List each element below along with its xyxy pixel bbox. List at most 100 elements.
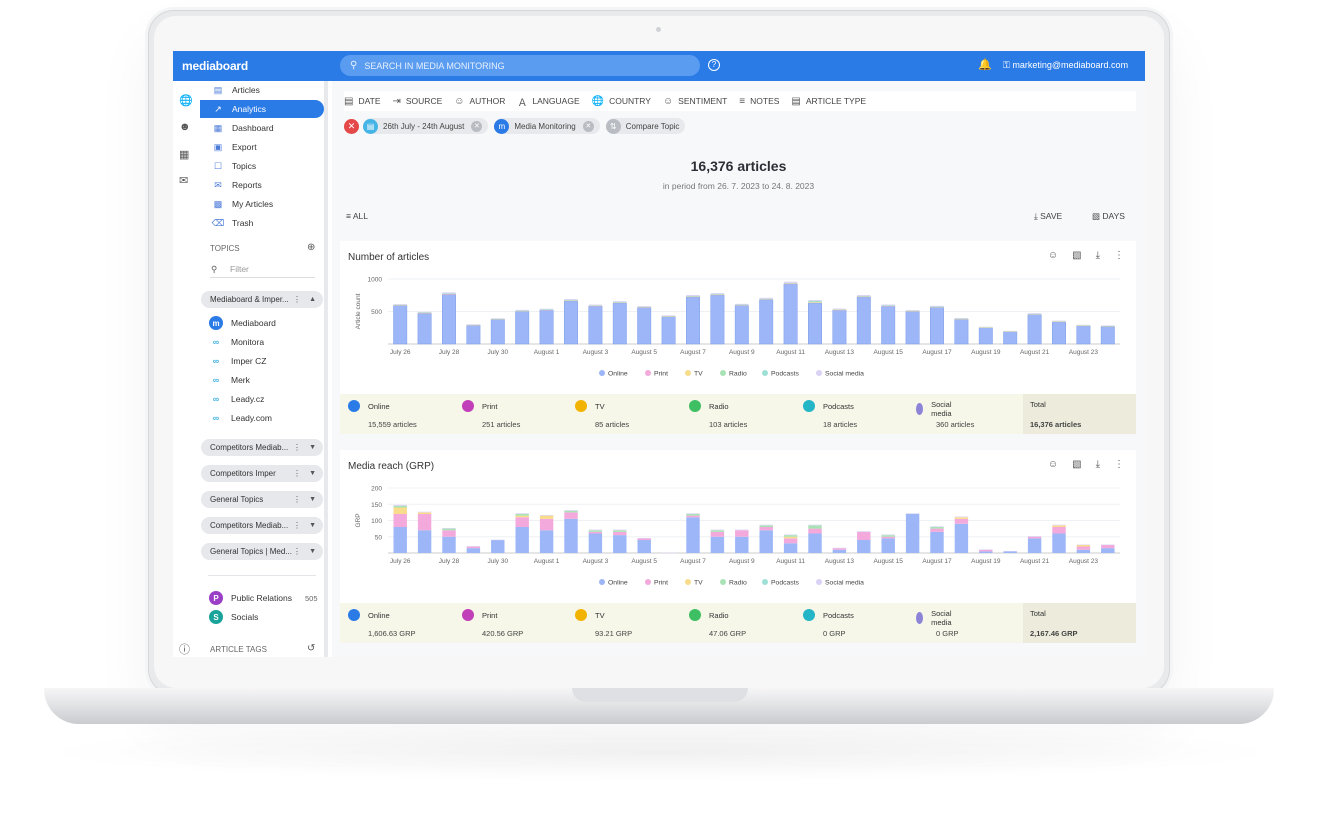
legend-label[interactable]: TV bbox=[694, 371, 703, 378]
topic-item[interactable]: ∞ Merk bbox=[209, 373, 250, 387]
bar-segment-social-media[interactable] bbox=[539, 308, 554, 310]
bar-segment-social-media[interactable] bbox=[1003, 551, 1017, 552]
bar-segment-online[interactable] bbox=[783, 543, 798, 553]
bar-segment-radio[interactable] bbox=[1052, 321, 1066, 322]
bar-segment-social-media[interactable] bbox=[1076, 544, 1091, 546]
bar-segment-print[interactable] bbox=[393, 514, 407, 527]
add-topic-icon[interactable]: ⊕ bbox=[307, 242, 315, 253]
bar-segment-radio[interactable] bbox=[613, 530, 627, 532]
bar-segment-social-media[interactable] bbox=[613, 301, 627, 303]
bar-segment-tv[interactable] bbox=[417, 512, 432, 514]
bar-segment-online[interactable] bbox=[1052, 533, 1066, 554]
bar-segment-social-media[interactable] bbox=[783, 534, 798, 536]
more-icon[interactable]: ⋮ bbox=[293, 443, 301, 452]
bar-segment-print[interactable] bbox=[832, 548, 847, 550]
bar-segment-social-media[interactable] bbox=[515, 513, 529, 514]
bar-segment-social-media[interactable] bbox=[881, 534, 895, 536]
bar-segment-social-media[interactable] bbox=[417, 511, 432, 513]
bar-segment-online[interactable] bbox=[783, 283, 798, 345]
bar-segment-social-media[interactable] bbox=[686, 513, 700, 514]
bar-segment-podcasts[interactable] bbox=[515, 310, 529, 312]
bar-segment-social-media[interactable] bbox=[1101, 325, 1115, 326]
remove-chip-icon[interactable]: ✕ bbox=[582, 120, 594, 132]
bar-segment-online[interactable] bbox=[1003, 551, 1017, 553]
user-account[interactable]: ⚿ marketing@mediaboard.com bbox=[1003, 60, 1128, 71]
bar-segment-print[interactable] bbox=[857, 531, 871, 540]
topic-filter-input[interactable]: ⚲ Filter bbox=[210, 262, 315, 278]
bar-segment-social-media[interactable] bbox=[564, 299, 578, 301]
bar-segment-social-media[interactable] bbox=[710, 529, 725, 531]
bar-segment-online[interactable] bbox=[1101, 548, 1115, 553]
bar-segment-social-media[interactable] bbox=[783, 281, 798, 283]
bar-segment-social-media[interactable] bbox=[417, 311, 432, 313]
bar-segment-print[interactable] bbox=[442, 530, 456, 537]
bar-segment-online[interactable] bbox=[905, 311, 920, 345]
bar-segment-tv[interactable] bbox=[1052, 525, 1066, 527]
bar-segment-social-media[interactable] bbox=[393, 304, 407, 305]
bar-segment-online[interactable] bbox=[637, 307, 652, 345]
chip-compare[interactable]: ⇅ Compare Topic bbox=[605, 118, 686, 134]
bar-segment-social-media[interactable] bbox=[808, 524, 822, 526]
bar-segment-social-media[interactable] bbox=[832, 547, 847, 549]
bar-segment-radio[interactable] bbox=[588, 305, 603, 306]
bar-segment-radio[interactable] bbox=[881, 535, 895, 537]
chevron-down-icon[interactable]: ▼ bbox=[309, 444, 316, 451]
bar-segment-online[interactable] bbox=[466, 548, 481, 553]
bar-segment-social-media[interactable] bbox=[564, 510, 578, 511]
bar-segment-social-media[interactable] bbox=[1027, 536, 1042, 537]
filter-country[interactable]: 🌐 COUNTRY bbox=[592, 96, 651, 107]
legend-label[interactable]: Social media bbox=[825, 371, 864, 378]
bar-segment-podcasts[interactable] bbox=[759, 298, 773, 300]
bar-segment-social-media[interactable] bbox=[954, 318, 969, 319]
bar-segment-podcasts[interactable] bbox=[881, 305, 895, 306]
bar-segment-radio[interactable] bbox=[515, 514, 529, 516]
bar-segment-podcasts[interactable] bbox=[857, 296, 871, 297]
help-icon[interactable]: ? bbox=[708, 59, 720, 71]
topic-group[interactable]: Competitors Mediab... ⋮ ▼ bbox=[201, 517, 323, 534]
bar-segment-social-media[interactable] bbox=[857, 295, 871, 297]
bar-segment-social-media[interactable] bbox=[588, 529, 603, 531]
bar-segment-podcasts[interactable] bbox=[1027, 313, 1042, 315]
chevron-down-icon[interactable]: ▼ bbox=[309, 548, 316, 555]
bar-segment-social-media[interactable] bbox=[515, 309, 529, 311]
bar-segment-social-media[interactable] bbox=[1101, 544, 1115, 546]
chip-date-range[interactable]: ▤ 26th July - 24th August ✕ bbox=[363, 118, 489, 134]
bar-segment-print[interactable] bbox=[466, 546, 481, 549]
legend-label[interactable]: Radio bbox=[729, 371, 747, 378]
bar-segment-online[interactable] bbox=[491, 540, 505, 553]
bar-segment-radio[interactable] bbox=[1076, 325, 1091, 326]
bar-segment-print[interactable] bbox=[783, 538, 798, 544]
more-icon[interactable]: ⋮ bbox=[293, 295, 301, 304]
bar-segment-tv[interactable] bbox=[1076, 544, 1091, 547]
more-icon[interactable]: ⋮ bbox=[293, 547, 301, 556]
bar-segment-online[interactable] bbox=[539, 309, 554, 345]
legend-label[interactable]: Print bbox=[654, 580, 668, 587]
bar-segment-social-media[interactable] bbox=[905, 513, 920, 514]
bar-segment-print[interactable] bbox=[417, 514, 432, 531]
bar-segment-online[interactable] bbox=[686, 296, 700, 345]
tag-item[interactable]: P Public Relations bbox=[209, 591, 292, 605]
team-icon[interactable]: ☻ bbox=[179, 121, 191, 133]
bar-segment-online[interactable] bbox=[588, 533, 603, 554]
bar-segment-social-media[interactable] bbox=[613, 529, 627, 531]
bar-segment-online[interactable] bbox=[637, 540, 651, 553]
bar-segment-print[interactable] bbox=[588, 531, 603, 534]
nav-analytics[interactable]: ↗ Analytics bbox=[200, 100, 324, 118]
nav-dashboard[interactable]: ▦ Dashboard bbox=[200, 119, 324, 137]
more-icon[interactable]: ⋮ bbox=[293, 495, 301, 504]
nav-trash[interactable]: ⌫ Trash bbox=[200, 214, 324, 232]
bar-segment-online[interactable] bbox=[417, 530, 432, 553]
chevron-down-icon[interactable]: ▼ bbox=[309, 522, 316, 529]
bar-segment-social-media[interactable] bbox=[588, 304, 603, 306]
bar-segment-radio[interactable] bbox=[832, 309, 847, 310]
bar-segment-radio[interactable] bbox=[393, 304, 407, 306]
save-button[interactable]: ⤓ SAVE bbox=[1034, 211, 1062, 222]
bar-segment-print[interactable] bbox=[930, 528, 944, 532]
bar-segment-podcasts[interactable] bbox=[930, 306, 944, 308]
bar-segment-online[interactable] bbox=[442, 294, 456, 345]
bar-segment-social-media[interactable] bbox=[466, 324, 481, 325]
bar-segment-podcasts[interactable] bbox=[686, 296, 700, 297]
topic-item[interactable]: ∞ Leady.com bbox=[209, 411, 272, 425]
bar-segment-social-media[interactable] bbox=[808, 300, 822, 301]
bar-segment-social-media[interactable] bbox=[539, 514, 554, 516]
